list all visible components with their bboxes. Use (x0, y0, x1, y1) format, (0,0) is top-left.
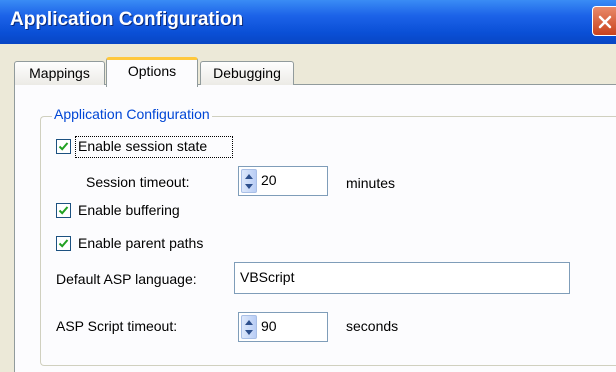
asp-language-label: Default ASP language: (56, 271, 197, 287)
title-bar[interactable]: Application Configuration (0, 0, 616, 44)
session-timeout-spin-buttons[interactable] (241, 169, 257, 193)
checkmark-icon (58, 239, 69, 248)
tab-debugging[interactable]: Debugging (200, 61, 294, 85)
checkmark-icon (58, 206, 69, 215)
script-timeout-spin-buttons[interactable] (241, 315, 257, 339)
session-state-checkbox[interactable] (56, 139, 71, 154)
session-timeout-unit: minutes (346, 175, 396, 191)
close-icon (598, 15, 612, 29)
tab-options[interactable]: Options (106, 57, 198, 87)
spin-up-icon (245, 174, 253, 179)
buffering-label[interactable]: Enable buffering (78, 202, 180, 218)
window-title: Application Configuration (10, 9, 244, 30)
asp-language-value: VBScript (240, 269, 295, 285)
script-timeout-unit: seconds (346, 318, 399, 334)
asp-language-field[interactable]: VBScript (234, 262, 570, 294)
checkmark-icon (58, 142, 69, 151)
buffering-checkbox[interactable] (56, 203, 71, 218)
tab-mappings[interactable]: Mappings (14, 61, 105, 85)
parent-paths-label[interactable]: Enable parent paths (78, 235, 203, 251)
session-timeout-label: Session timeout: (86, 174, 190, 190)
script-timeout-value: 90 (261, 318, 277, 334)
session-state-label[interactable]: Enable session state (78, 138, 207, 154)
parent-paths-checkbox[interactable] (56, 236, 71, 251)
spin-up-icon (245, 320, 253, 325)
script-timeout-stepper[interactable]: 90 (238, 312, 328, 342)
close-button[interactable] (592, 6, 616, 36)
spin-down-icon (245, 184, 253, 189)
spin-down-icon (245, 330, 253, 335)
script-timeout-label: ASP Script timeout: (56, 318, 178, 334)
session-timeout-value: 20 (261, 172, 277, 188)
group-legend: Application Configuration (52, 106, 212, 122)
session-timeout-stepper[interactable]: 20 (238, 166, 328, 196)
